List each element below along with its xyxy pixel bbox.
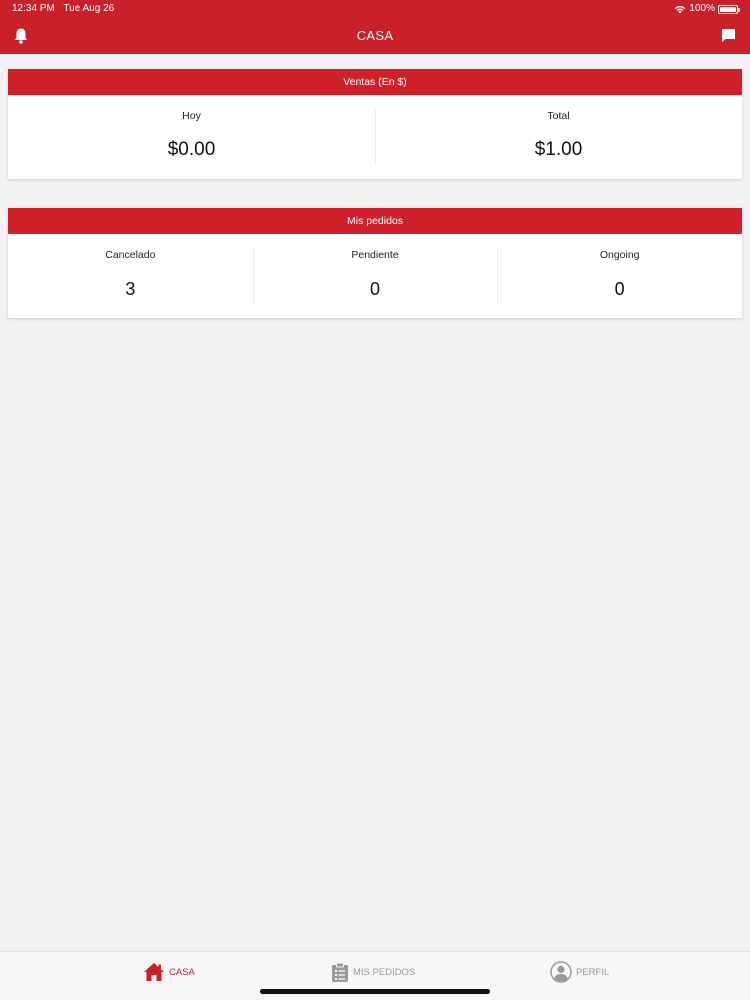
stat-value: 0 bbox=[370, 279, 381, 299]
user-icon bbox=[550, 961, 572, 983]
stat-label: Cancelado bbox=[105, 249, 156, 261]
stat-label: Ongoing bbox=[599, 249, 640, 261]
stat-value: 3 bbox=[125, 279, 136, 299]
tab-casa[interactable]: CASA bbox=[143, 960, 195, 984]
clipboard-icon bbox=[332, 962, 348, 982]
tab-label: PERFIL bbox=[576, 966, 610, 978]
app-header: 12:34 PM Tue Aug 26 100% CASA bbox=[0, 0, 750, 54]
status-date: Tue Aug 26 bbox=[63, 3, 115, 14]
sales-card-title: Ventas (En $) bbox=[8, 69, 742, 95]
status-bar: 12:34 PM Tue Aug 26 100% bbox=[0, 0, 750, 18]
page-title: CASA bbox=[356, 28, 394, 43]
tab-label: CASA bbox=[169, 966, 195, 978]
orders-cancelled-stat[interactable]: Cancelado 3 bbox=[8, 234, 253, 318]
orders-ongoing-stat[interactable]: Ongoing 0 bbox=[497, 234, 742, 318]
sales-card: Ventas (En $) Hoy $0.00 Total $1.00 bbox=[8, 69, 742, 179]
status-time: 12:34 PM bbox=[12, 3, 55, 14]
home-indicator bbox=[260, 989, 490, 994]
orders-card: Mis pedidos Cancelado 3 Pendiente 0 Ongo… bbox=[8, 208, 742, 318]
stat-label: Hoy bbox=[182, 110, 201, 122]
battery-icon bbox=[718, 4, 740, 14]
orders-pending-stat[interactable]: Pendiente 0 bbox=[252, 234, 498, 318]
battery-percent: 100% bbox=[689, 3, 715, 14]
stat-value: $0.00 bbox=[167, 139, 216, 160]
stat-value: $1.00 bbox=[534, 139, 583, 160]
tab-label: MIS PEDIDOS bbox=[353, 966, 416, 978]
sales-today-stat: Hoy $0.00 bbox=[8, 95, 375, 179]
tab-perfil[interactable]: PERFIL bbox=[550, 960, 609, 984]
home-icon bbox=[144, 963, 164, 981]
orders-card-title: Mis pedidos bbox=[8, 208, 742, 234]
tab-mis-pedidos[interactable]: MIS PEDIDOS bbox=[331, 960, 415, 984]
sales-total-stat: Total $1.00 bbox=[375, 95, 742, 179]
stat-label: Pendiente bbox=[351, 249, 399, 261]
stat-label: Total bbox=[547, 110, 570, 122]
wifi-icon bbox=[675, 5, 686, 13]
chat-icon[interactable] bbox=[721, 28, 736, 43]
stat-value: 0 bbox=[614, 279, 625, 299]
